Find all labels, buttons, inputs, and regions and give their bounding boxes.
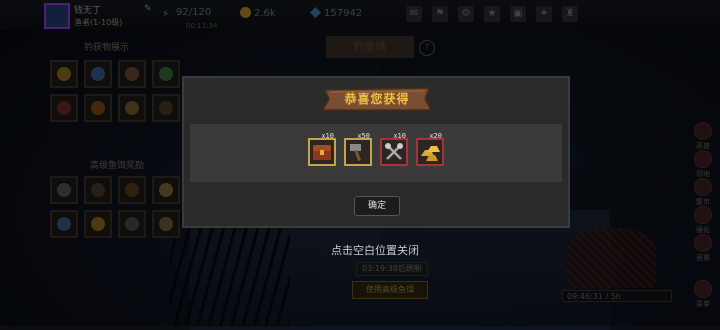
reward-count: x10	[393, 132, 406, 140]
gold-ingots-icon	[421, 146, 440, 161]
reward-count: x20	[429, 132, 442, 140]
reward-count: x50	[357, 132, 370, 140]
dialog-title: 恭喜您获得	[344, 92, 410, 106]
crossed-axes-icon	[385, 143, 403, 160]
reward-list: x10 x50 x10 x20	[190, 124, 562, 182]
confirm-button[interactable]: 确定	[354, 196, 400, 216]
dialog-title-banner: 恭喜您获得	[321, 86, 433, 112]
reward-item[interactable]: x50	[344, 132, 372, 166]
reward-dialog: 恭喜您获得 x10 x50 x10 x20 确定	[182, 76, 570, 228]
reward-item[interactable]: x10	[308, 132, 336, 166]
reward-item[interactable]: x10	[380, 132, 408, 166]
reward-count: x10	[321, 132, 334, 140]
treasure-chest-icon	[313, 145, 331, 160]
close-hint: 点击空白位置关闭	[331, 244, 419, 257]
reward-item[interactable]: x20	[416, 132, 444, 166]
hammer-icon	[350, 144, 361, 161]
